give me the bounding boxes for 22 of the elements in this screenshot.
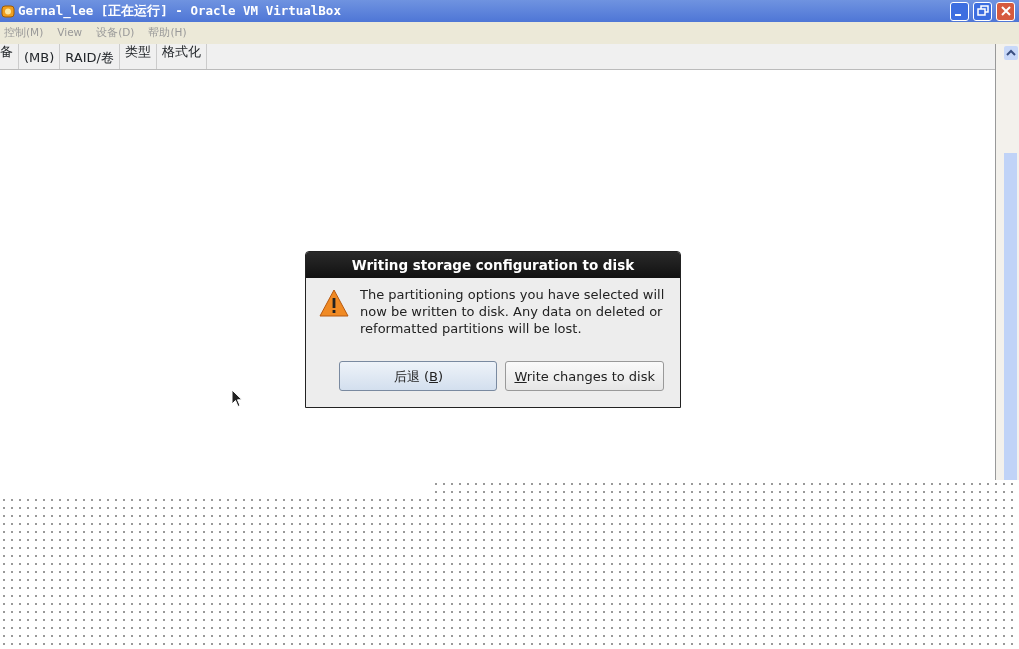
close-icon (999, 5, 1012, 17)
restore-icon (976, 5, 989, 17)
close-button[interactable] (996, 1, 1015, 21)
column-header[interactable]: RAID/卷 (60, 44, 120, 69)
app-icon (1, 4, 15, 18)
dialog-message: The partitioning options you have selected will now be written to disk. Any data on deleted or reformatted partitions will be lost. (360, 286, 666, 338)
mouse-pointer-icon (231, 389, 243, 408)
column-header[interactable]: 备 (0, 44, 19, 69)
window-title: Gernal_lee [正在运行] - Oracle VM VirtualBox (18, 1, 342, 21)
dialog-button[interactable]: 后退 (B) (339, 361, 498, 392)
dialog-button[interactable]: Write changes to disk (505, 361, 664, 392)
minimize-button[interactable] (950, 1, 969, 21)
column-header[interactable]: 格式化 (156, 44, 207, 69)
restore-button[interactable] (973, 1, 992, 21)
warning-icon (318, 288, 350, 319)
column-header[interactable]: 类型 (119, 44, 157, 69)
scrollbar[interactable] (995, 44, 1019, 480)
column-header[interactable]: (MB) (19, 44, 61, 69)
minimize-icon (954, 14, 961, 16)
scroll-up-icon[interactable] (1004, 46, 1018, 60)
dialog-title: Writing storage configuration to disk (306, 252, 680, 279)
scrollbar-thumb[interactable] (1004, 153, 1017, 480)
